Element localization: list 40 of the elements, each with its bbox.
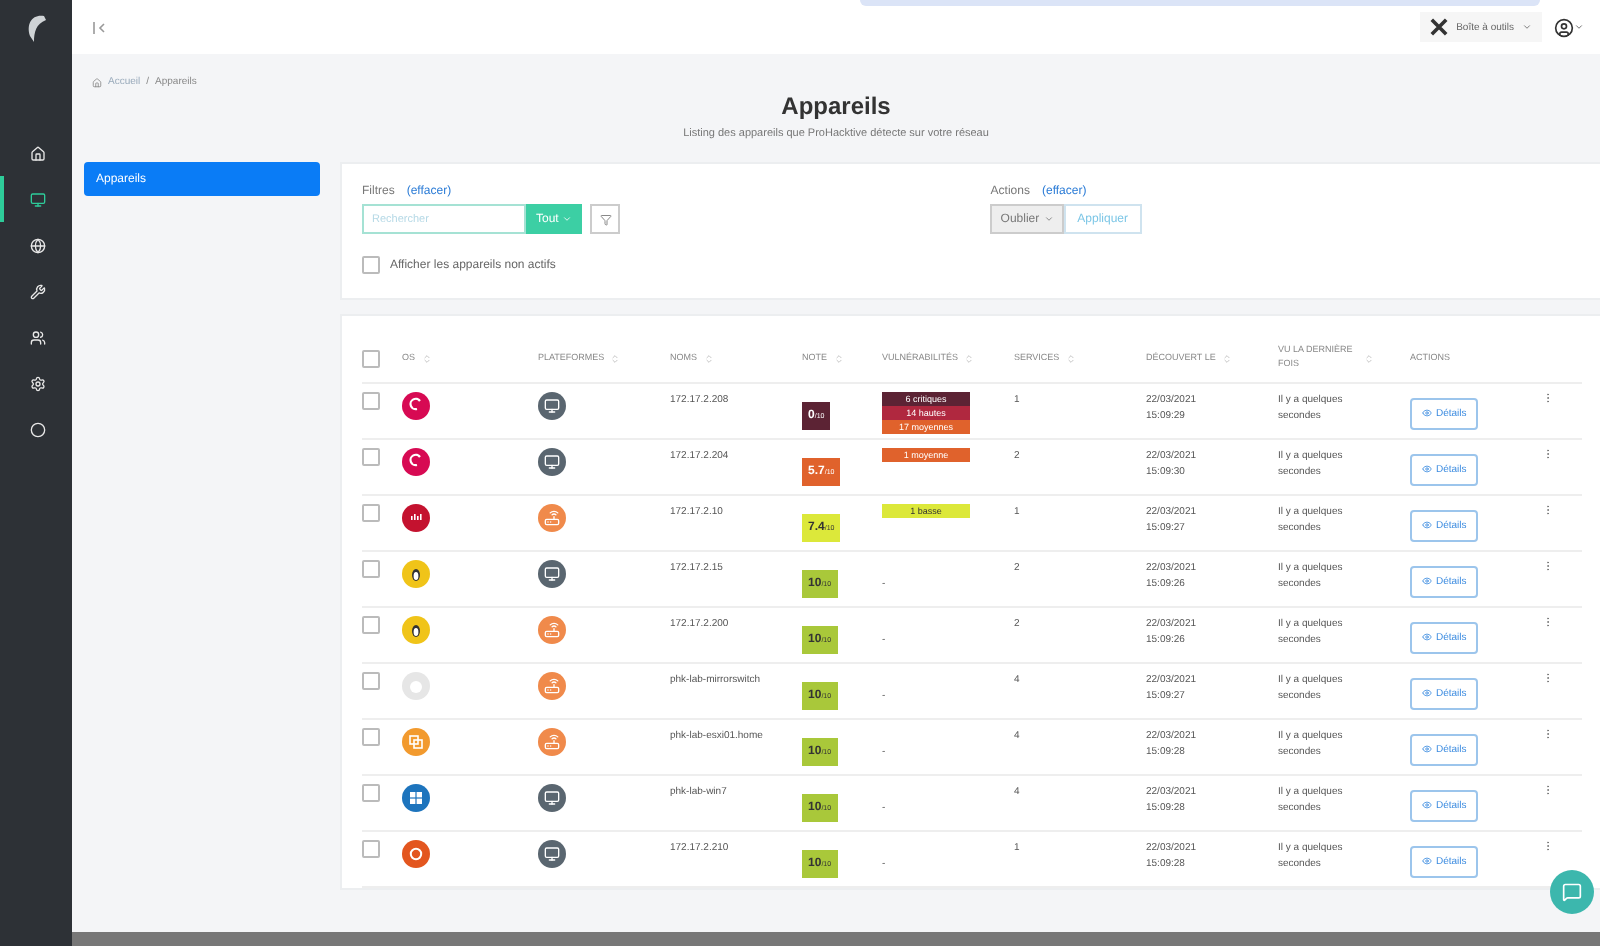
checkbox[interactable] xyxy=(362,256,380,274)
row-checkbox[interactable] xyxy=(362,616,380,634)
eye-icon xyxy=(1422,576,1432,586)
eye-icon xyxy=(1422,800,1432,810)
sort-icon[interactable] xyxy=(703,353,713,363)
eye-icon xyxy=(1422,688,1432,698)
row-checkbox[interactable] xyxy=(362,560,380,578)
caret-icon xyxy=(1043,214,1054,224)
eye-icon xyxy=(1422,408,1432,418)
caret-icon[interactable] xyxy=(1574,22,1584,32)
row-checkbox[interactable] xyxy=(362,672,380,690)
tools-icon xyxy=(1430,18,1449,36)
row-checkbox[interactable] xyxy=(362,784,380,802)
sort-icon[interactable] xyxy=(964,353,975,363)
sort-icon[interactable] xyxy=(1364,353,1374,363)
filter-icon xyxy=(599,213,612,225)
eye-icon xyxy=(1422,744,1432,754)
caret-icon xyxy=(562,214,573,224)
row-checkbox[interactable] xyxy=(362,840,380,858)
chat-button[interactable] xyxy=(1550,870,1594,914)
select-all-checkbox[interactable] xyxy=(362,349,380,367)
filter-button[interactable] xyxy=(590,204,621,234)
chat-icon xyxy=(1562,882,1582,902)
row-checkbox[interactable] xyxy=(362,504,380,522)
sort-icon[interactable] xyxy=(1065,353,1076,363)
page-title: Appareils xyxy=(779,92,893,120)
sort-icon[interactable] xyxy=(833,353,844,363)
row-checkbox[interactable] xyxy=(362,728,380,746)
eye-icon xyxy=(1422,856,1432,866)
sort-icon[interactable] xyxy=(421,353,432,363)
sort-icon[interactable] xyxy=(610,353,621,363)
caret-icon xyxy=(1522,22,1532,32)
row-checkbox[interactable] xyxy=(362,448,380,466)
eye-icon xyxy=(1422,520,1432,530)
sort-icon[interactable] xyxy=(1221,353,1232,363)
eye-icon xyxy=(1422,464,1432,474)
collapse-icon[interactable] xyxy=(92,19,108,35)
row-checkbox[interactable] xyxy=(362,392,380,410)
user-menu-icon[interactable] xyxy=(1554,17,1574,37)
eye-icon xyxy=(1422,632,1432,642)
